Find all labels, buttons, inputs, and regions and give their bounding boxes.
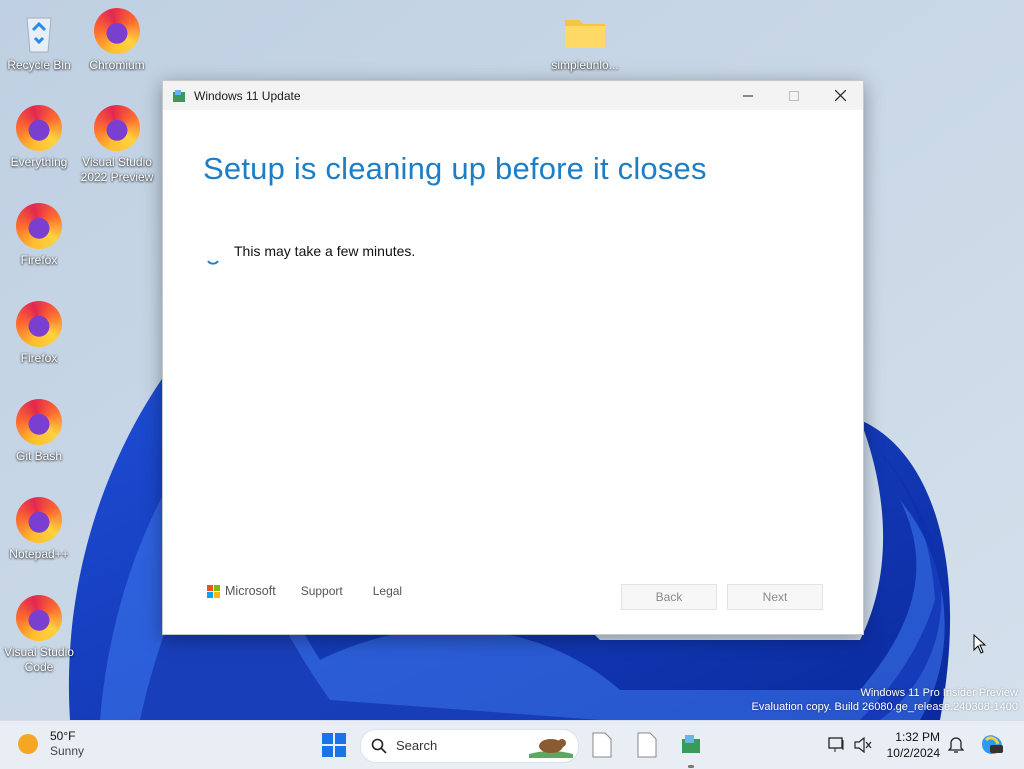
- window-titlebar[interactable]: Windows 11 Update: [163, 81, 863, 110]
- setup-window: Windows 11 Update Setup is cleaning up b…: [162, 80, 864, 635]
- desktop-icon-label: Firefox: [20, 351, 58, 365]
- support-link[interactable]: Support: [301, 584, 343, 598]
- desktop-icon-git-bash[interactable]: Git Bash: [0, 399, 78, 464]
- folder-icon: [561, 8, 609, 56]
- desktop-icon-label: Git Bash: [15, 449, 63, 463]
- copilot-pre-icon: [982, 735, 1003, 754]
- desktop-icon-label: Notepad++: [9, 547, 69, 561]
- search-placeholder: Search: [396, 738, 438, 753]
- mouse-cursor-icon: [973, 634, 987, 654]
- weather-widget[interactable]: 50°F Sunny: [18, 729, 84, 759]
- firefox-icon: [15, 595, 63, 643]
- setup-app-icon: [173, 89, 185, 102]
- desktop-icon-notepad-plus-plus[interactable]: Notepad++: [0, 497, 78, 562]
- recycle-bin-icon: [15, 8, 63, 56]
- desktop-icon-simpleunlo[interactable]: simpleunlo...: [546, 8, 624, 73]
- firefox-icon: [15, 301, 63, 349]
- desktop-icon-visual-studio-code[interactable]: Visual Studio Code: [0, 595, 78, 675]
- taskbar: 50°F Sunny Search 1:32 PM 10/2/2024: [0, 720, 1024, 769]
- taskbar-app-file-2[interactable]: [637, 732, 657, 763]
- setup-heading: Setup is cleaning up before it closes: [203, 151, 707, 186]
- copilot-button[interactable]: [980, 732, 1004, 761]
- desktop-icon-label: Visual Studio Code: [4, 645, 74, 674]
- desktop-icon-recycle-bin[interactable]: Recycle Bin: [0, 8, 78, 73]
- firefox-icon: [15, 497, 63, 545]
- taskbar-app-file-1[interactable]: [592, 732, 612, 763]
- desktop-icon-everything[interactable]: Everything: [0, 105, 78, 170]
- legal-link[interactable]: Legal: [373, 584, 402, 598]
- desktop-icon-label: simpleunlo...: [551, 58, 619, 72]
- setup-app-icon: [682, 735, 700, 753]
- search-highlight-bear-icon: [529, 739, 573, 758]
- watermark-line-2: Evaluation copy. Build 26080.ge_release.…: [751, 701, 1018, 713]
- firefox-icon: [15, 105, 63, 153]
- watermark-line-1: Windows 11 Pro Insider Preview: [860, 687, 1018, 699]
- desktop-icon-chromium[interactable]: Chromium: [78, 8, 156, 73]
- bell-icon: [947, 737, 965, 753]
- desktop-icon-label: Recycle Bin: [7, 58, 71, 72]
- desktop-icon-firefox-1[interactable]: Firefox: [0, 203, 78, 268]
- clock[interactable]: 1:32 PM 10/2/2024: [882, 729, 940, 761]
- desktop-watermark: Windows 11 Pro Insider Preview Evaluatio…: [752, 686, 1018, 714]
- desktop-icon-label: Everything: [10, 155, 68, 169]
- window-title: Windows 11 Update: [194, 88, 301, 103]
- close-icon: [834, 90, 846, 101]
- taskbar-app-setup[interactable]: [680, 733, 702, 768]
- setup-footer: Microsoft Support Legal: [207, 584, 432, 598]
- firefox-icon: [15, 203, 63, 251]
- desktop-icon-label: Firefox: [20, 253, 58, 267]
- display-network-icon: [828, 737, 844, 752]
- minimize-button[interactable]: [725, 81, 771, 110]
- maximize-button[interactable]: [771, 81, 817, 110]
- firefox-icon: [93, 8, 141, 56]
- microsoft-brand: Microsoft: [225, 584, 276, 598]
- desktop-icon-firefox-2[interactable]: Firefox: [0, 301, 78, 366]
- weather-temperature: 50°F: [50, 729, 76, 743]
- taskbar-search[interactable]: Search: [360, 729, 579, 763]
- firefox-icon: [15, 399, 63, 447]
- back-button[interactable]: Back: [621, 584, 717, 610]
- status-message: This may take a few minutes.: [234, 243, 416, 259]
- clock-date: 10/2/2024: [886, 746, 940, 760]
- desktop-icon-visual-studio-2022-preview[interactable]: Visual Studio 2022 Preview: [78, 105, 156, 185]
- next-button[interactable]: Next: [727, 584, 823, 610]
- volume-tray-icon[interactable]: [854, 736, 872, 758]
- network-tray-icon[interactable]: [828, 737, 846, 758]
- speaker-muted-icon: [854, 736, 872, 754]
- document-icon: [637, 732, 657, 758]
- sun-icon: [18, 734, 38, 754]
- progress-spinner-icon: [207, 260, 219, 265]
- close-button[interactable]: [817, 81, 863, 110]
- start-button[interactable]: [322, 733, 346, 762]
- desktop-icon-label: Chromium: [89, 58, 145, 72]
- search-icon: [371, 738, 387, 754]
- windows-start-icon: [322, 733, 346, 757]
- clock-time: 1:32 PM: [895, 730, 940, 744]
- weather-condition: Sunny: [50, 744, 85, 758]
- document-icon: [592, 732, 612, 758]
- desktop-icon-label: Visual Studio 2022 Preview: [80, 155, 154, 184]
- maximize-icon: [789, 90, 799, 101]
- microsoft-logo-icon: [207, 584, 220, 598]
- minimize-icon: [743, 95, 753, 96]
- firefox-icon: [93, 105, 141, 153]
- notifications-button[interactable]: [947, 736, 965, 759]
